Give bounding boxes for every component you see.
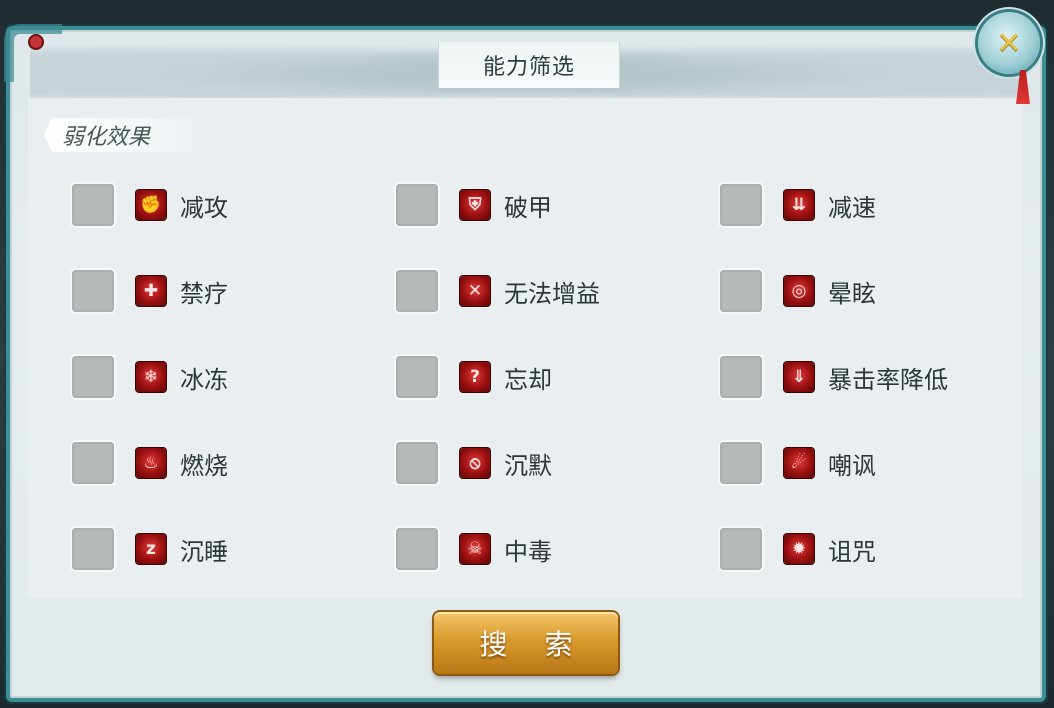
burn-icon: ♨	[136, 448, 166, 478]
filter-option-poison[interactable]: ☠ 中毒	[396, 526, 552, 572]
heal-block-icon: ✚	[136, 276, 166, 306]
sleep-icon: z	[136, 534, 166, 564]
checkbox[interactable]	[72, 270, 114, 312]
filter-option-sleep[interactable]: z 沉睡	[72, 526, 228, 572]
search-button-label: 搜 索	[479, 628, 587, 661]
filter-option-buff-block[interactable]: ✕ 无法增益	[396, 268, 600, 314]
close-button[interactable]: ✕	[978, 12, 1040, 74]
poison-icon: ☠	[460, 534, 490, 564]
option-label: 诅咒	[828, 537, 876, 566]
checkbox[interactable]	[72, 356, 114, 398]
filter-option-taunt[interactable]: ☄ 嘲讽	[720, 440, 876, 486]
search-button[interactable]: 搜 索	[434, 612, 618, 674]
checkbox[interactable]	[72, 528, 114, 570]
filter-option-slow[interactable]: ⇊ 减速	[720, 182, 876, 228]
slow-icon: ⇊	[784, 190, 814, 220]
checkbox[interactable]	[396, 528, 438, 570]
option-label: 嘲讽	[828, 451, 876, 480]
option-label: 暴击率降低	[828, 365, 948, 394]
option-label: 晕眩	[828, 279, 876, 308]
checkbox[interactable]	[720, 528, 762, 570]
checkbox[interactable]	[72, 184, 114, 226]
curse-icon: ✹	[784, 534, 814, 564]
taunt-icon: ☄	[784, 448, 814, 478]
filter-option-attack-down[interactable]: ✊ 减攻	[72, 182, 228, 228]
option-label: 无法增益	[504, 279, 600, 308]
filter-option-stun[interactable]: ◎ 晕眩	[720, 268, 876, 314]
filter-option-crit-down[interactable]: ⇓ 暴击率降低	[720, 354, 948, 400]
option-label: 中毒	[504, 537, 552, 566]
option-label: 沉默	[504, 451, 552, 480]
filter-option-silence[interactable]: ⦸ 沉默	[396, 440, 552, 486]
filter-option-freeze[interactable]: ❄ 冰冻	[72, 354, 228, 400]
checkbox[interactable]	[720, 270, 762, 312]
silence-icon: ⦸	[460, 448, 490, 478]
forget-icon: ?	[460, 362, 490, 392]
crit-down-icon: ⇓	[784, 362, 814, 392]
option-label: 冰冻	[180, 365, 228, 394]
attack-down-icon: ✊	[136, 190, 166, 220]
filter-option-armor-break[interactable]: ⛨ 破甲	[396, 182, 552, 228]
option-label: 破甲	[504, 193, 552, 222]
section-label: 弱化效果	[62, 125, 151, 150]
option-label: 沉睡	[180, 537, 228, 566]
checkbox[interactable]	[72, 442, 114, 484]
armor-break-icon: ⛨	[460, 190, 490, 220]
checkbox[interactable]	[720, 356, 762, 398]
option-label: 禁疗	[180, 279, 228, 308]
checkbox[interactable]	[396, 442, 438, 484]
close-icon: ✕	[996, 25, 1022, 61]
dialog-title-plate: 能力筛选	[438, 42, 620, 88]
dialog-title: 能力筛选	[482, 55, 575, 80]
option-label: 燃烧	[180, 451, 228, 480]
buff-block-icon: ✕	[460, 276, 490, 306]
options-area	[28, 98, 1022, 598]
option-label: 减速	[828, 193, 876, 222]
frame-ornament-pin	[30, 36, 42, 48]
filter-option-forget[interactable]: ? 忘却	[396, 354, 552, 400]
checkbox[interactable]	[720, 442, 762, 484]
filter-option-burn[interactable]: ♨ 燃烧	[72, 440, 228, 486]
filter-option-heal-block[interactable]: ✚ 禁疗	[72, 268, 228, 314]
filter-option-curse[interactable]: ✹ 诅咒	[720, 526, 876, 572]
freeze-icon: ❄	[136, 362, 166, 392]
checkbox[interactable]	[720, 184, 762, 226]
checkbox[interactable]	[396, 270, 438, 312]
checkbox[interactable]	[396, 356, 438, 398]
option-label: 减攻	[180, 193, 228, 222]
section-tag: 弱化效果	[44, 118, 204, 152]
stun-icon: ◎	[784, 276, 814, 306]
checkbox[interactable]	[396, 184, 438, 226]
option-label: 忘却	[504, 365, 552, 394]
